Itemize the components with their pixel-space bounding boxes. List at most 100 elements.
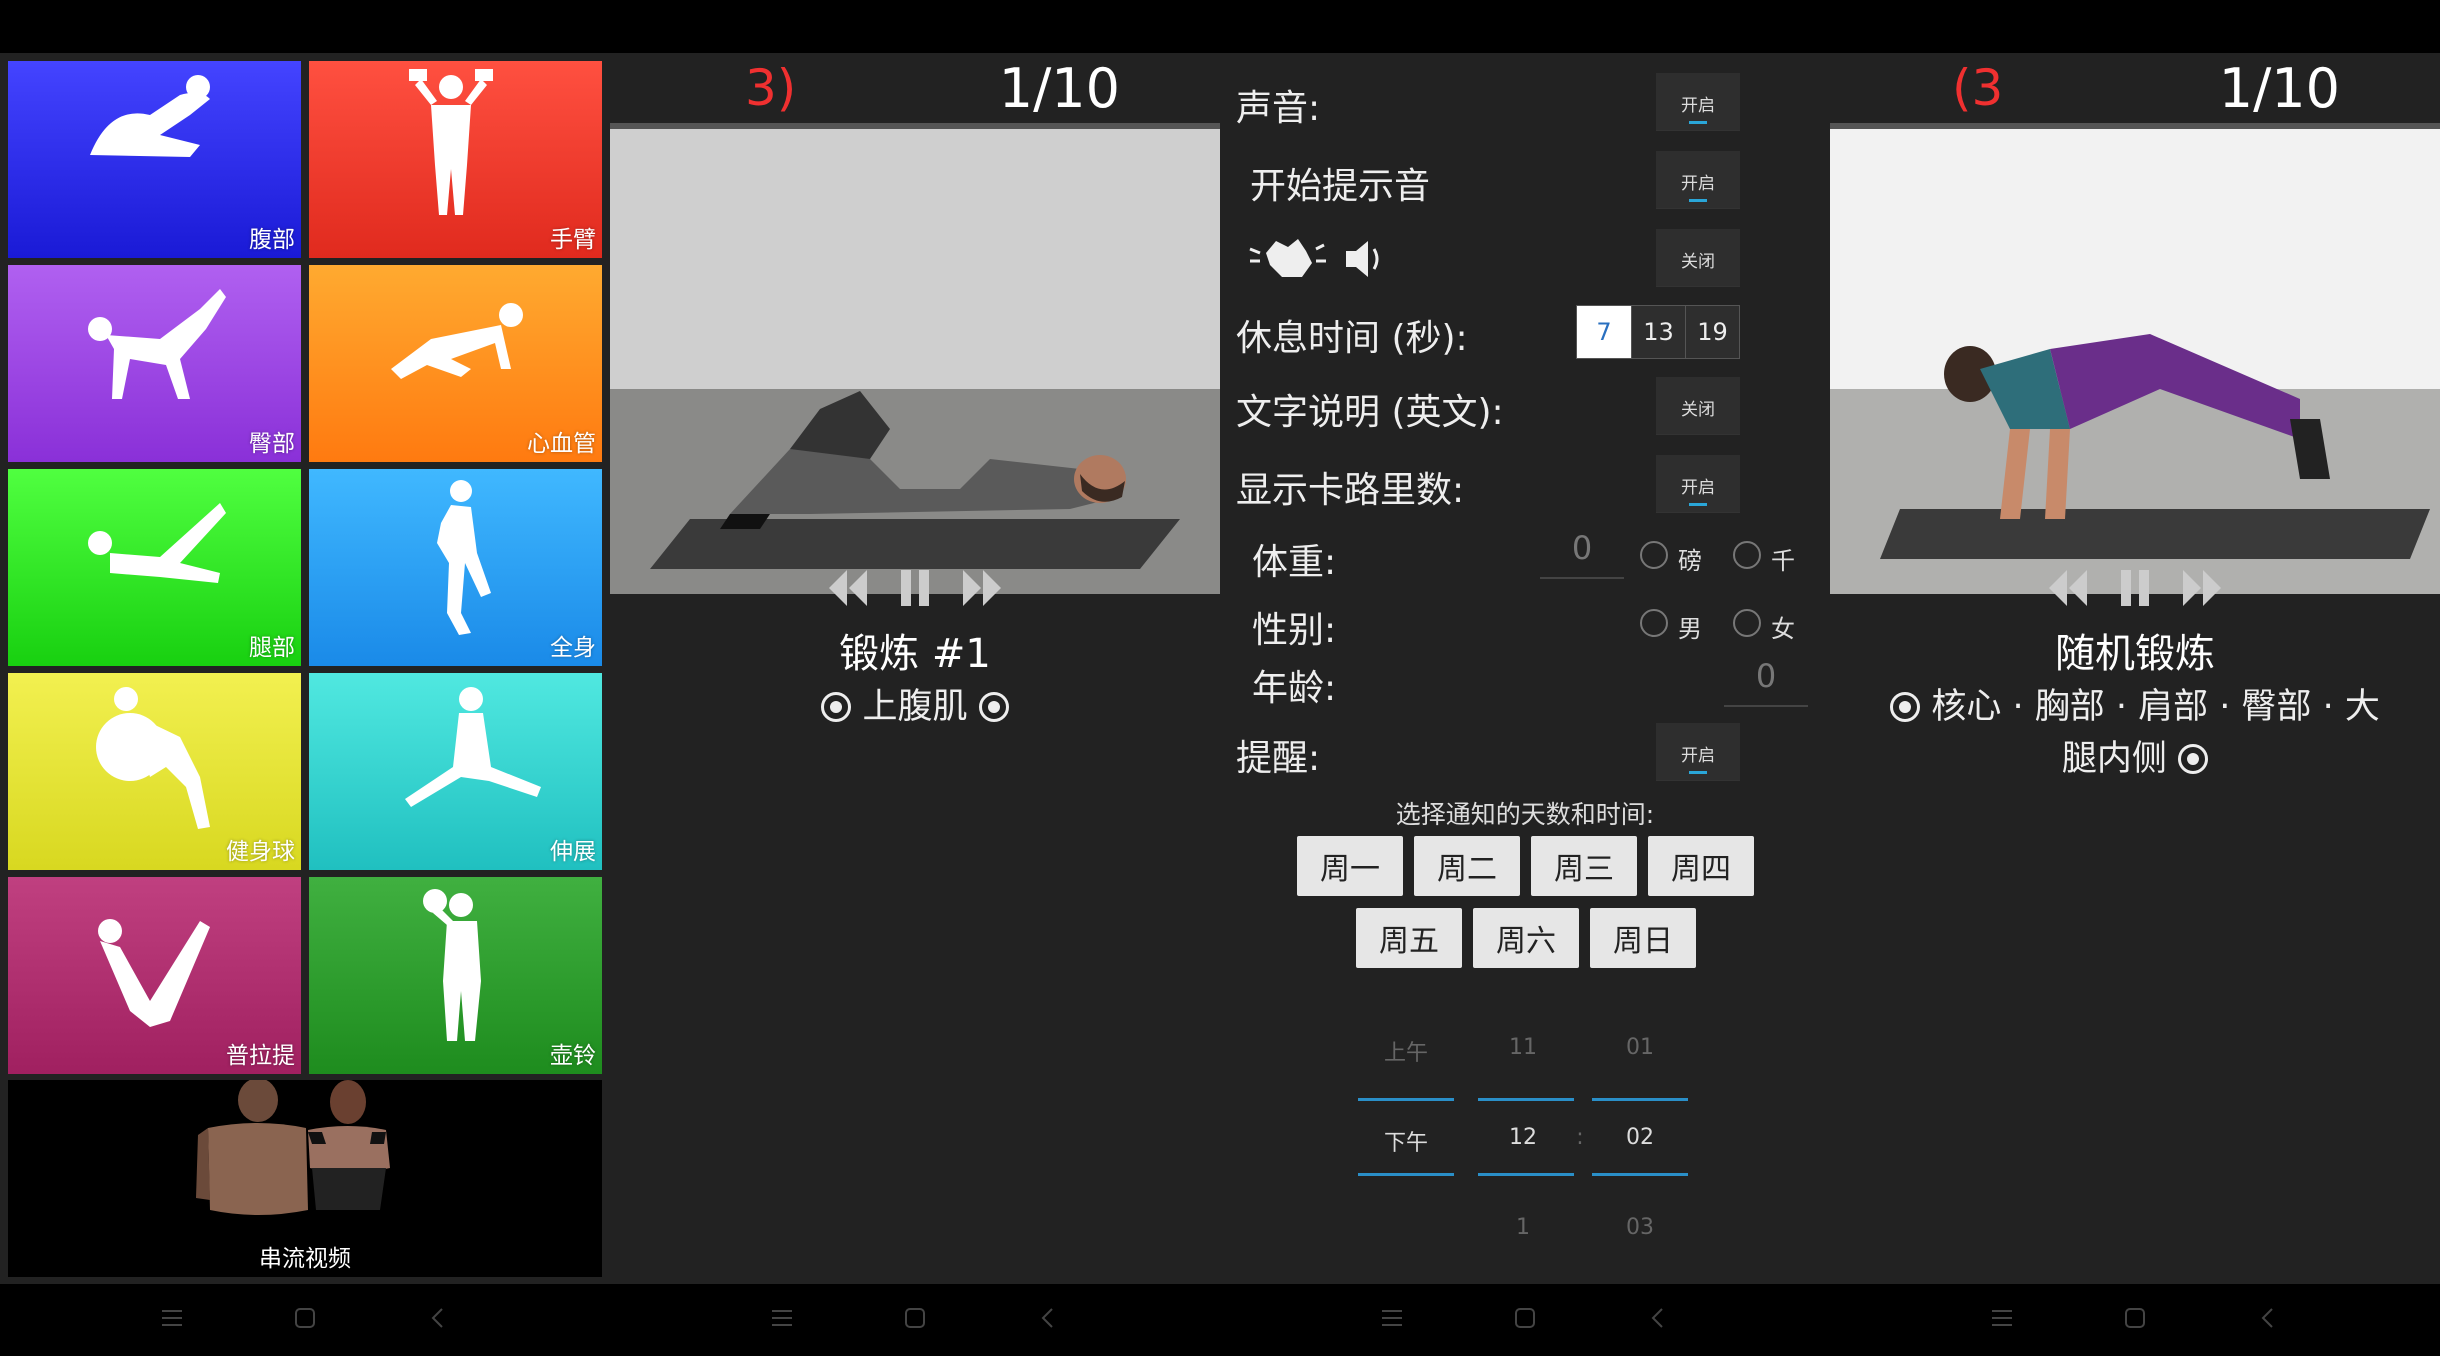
muscle-tag-text: 上腹肌 <box>862 687 968 727</box>
female-radio[interactable] <box>1733 609 1761 637</box>
home-icon[interactable] <box>293 1306 317 1330</box>
female-label: 女 <box>1771 615 1795 643</box>
exercise-video[interactable] <box>1830 129 2440 594</box>
start-tone-label: 开始提示音 <box>1250 166 1431 207</box>
target-icon <box>2178 744 2209 774</box>
toggle-indicator <box>1689 199 1707 202</box>
sound-toggle[interactable]: 开启 <box>1656 73 1740 131</box>
day-thursday-button[interactable]: 周四 <box>1648 836 1754 896</box>
category-label: 手臂 <box>550 227 596 253</box>
unit-kg-radio[interactable] <box>1733 541 1761 569</box>
category-label: 普拉提 <box>226 1043 295 1069</box>
workout-player-1: 3) 1/10 锻炼 #1 上腹肌 <box>610 53 1220 1284</box>
category-tile-6[interactable]: 健身球 <box>8 673 301 870</box>
streaming-video-tile[interactable]: 串流视频 <box>8 1078 602 1277</box>
male-label: 男 <box>1678 615 1702 643</box>
category-tile-1[interactable]: 手臂 <box>309 61 602 258</box>
rest-option-13[interactable]: 13 <box>1631 306 1685 358</box>
male-radio[interactable] <box>1640 609 1668 637</box>
category-tile-8[interactable]: 普拉提 <box>8 877 301 1074</box>
menu-icon[interactable] <box>770 1306 794 1330</box>
rest-option-7[interactable]: 7 <box>1577 306 1631 358</box>
category-tile-2[interactable]: 臀部 <box>8 265 301 462</box>
minute-next[interactable]: 03 <box>1592 1215 1688 1240</box>
menu-icon[interactable] <box>160 1306 184 1330</box>
exercise-title: 锻炼 #1 <box>839 631 991 677</box>
home-icon[interactable] <box>1513 1306 1537 1330</box>
target-icon <box>821 692 852 722</box>
back-icon[interactable] <box>1646 1306 1670 1330</box>
home-icon[interactable] <box>903 1306 927 1330</box>
calories-toggle[interactable]: 开启 <box>1656 455 1740 513</box>
clap-sound-icon <box>1249 239 1379 277</box>
reminder-toggle[interactable]: 开启 <box>1656 723 1740 781</box>
menu-icon[interactable] <box>1380 1306 1404 1330</box>
sound-label: 声音: <box>1236 88 1321 129</box>
day-wednesday-button[interactable]: 周三 <box>1531 836 1637 896</box>
notify-instruction: 选择通知的天数和时间: <box>1395 800 1655 829</box>
time-separator: : <box>1576 1125 1584 1150</box>
toggle-indicator <box>1689 771 1707 774</box>
picker-divider <box>1478 1173 1574 1176</box>
picker-divider <box>1358 1173 1454 1176</box>
day-friday-button[interactable]: 周五 <box>1356 908 1462 968</box>
category-tile-7[interactable]: 伸展 <box>309 673 602 870</box>
hour-current[interactable]: 12 <box>1478 1125 1568 1150</box>
calories-toggle-text: 开启 <box>1681 478 1715 498</box>
age-label: 年龄: <box>1252 668 1337 709</box>
hour-next[interactable]: 1 <box>1478 1215 1568 1240</box>
minute-current[interactable]: 02 <box>1592 1125 1688 1150</box>
fast-forward-icon[interactable] <box>2181 568 2223 608</box>
fast-forward-icon[interactable] <box>961 568 1003 608</box>
mountain-climber-figure-icon <box>390 302 523 379</box>
category-tile-4[interactable]: 腿部 <box>8 469 301 666</box>
exercise-video[interactable] <box>610 129 1220 594</box>
menu-icon[interactable] <box>1990 1306 2014 1330</box>
text-description-toggle[interactable]: 关闭 <box>1656 377 1740 435</box>
exercise-title: 随机锻炼 <box>2055 631 2215 677</box>
playback-controls <box>610 568 1220 608</box>
nav-bar <box>0 1284 610 1356</box>
age-input[interactable]: 0 <box>1724 657 1808 707</box>
crunch-figure-icon <box>89 74 210 157</box>
ampm-current[interactable]: 下午 <box>1358 1125 1454 1157</box>
fitness-ball-figure-icon <box>95 686 210 829</box>
player-header: (3 1/10 <box>1830 53 2440 125</box>
category-label: 腿部 <box>249 635 295 661</box>
start-tone-toggle[interactable]: 开启 <box>1656 151 1740 209</box>
weight-input[interactable]: 0 <box>1540 529 1624 579</box>
clap-toggle-text: 关闭 <box>1681 252 1715 272</box>
muscle-tag-text-line1: 核心 · 胸部 · 肩部 · 臀部 · 大 <box>1931 687 2380 727</box>
weight-label: 体重: <box>1252 542 1337 583</box>
workout-player-2: (3 1/10 随机锻炼 核心 · 胸部 · 肩部 · 臀部 · 大 腿内侧 <box>1830 53 2440 1284</box>
pause-icon[interactable] <box>897 568 933 608</box>
day-saturday-button[interactable]: 周六 <box>1473 908 1579 968</box>
category-tile-3[interactable]: 心血管 <box>309 265 602 462</box>
nav-bar <box>1830 1284 2440 1356</box>
pause-icon[interactable] <box>2117 568 2153 608</box>
minute-prev[interactable]: 01 <box>1592 1035 1688 1060</box>
category-tile-9[interactable]: 壶铃 <box>309 877 602 1074</box>
rest-option-19[interactable]: 19 <box>1685 306 1739 358</box>
unit-kg-label: 千 <box>1771 547 1795 575</box>
ampm-prev[interactable]: 上午 <box>1358 1035 1454 1067</box>
category-tile-0[interactable]: 腹部 <box>8 61 301 258</box>
clap-sound-toggle[interactable]: 关闭 <box>1656 229 1740 287</box>
day-sunday-button[interactable]: 周日 <box>1590 908 1696 968</box>
muscle-tag-text-line2: 腿内侧 <box>2061 739 2167 779</box>
hour-prev[interactable]: 11 <box>1478 1035 1568 1060</box>
dumbbell-curl-figure-icon <box>408 68 493 215</box>
category-tile-5[interactable]: 全身 <box>309 469 602 666</box>
back-icon[interactable] <box>2256 1306 2280 1330</box>
day-tuesday-button[interactable]: 周二 <box>1414 836 1520 896</box>
exercise-progress: 1/10 <box>2218 57 2340 120</box>
exercise-progress: 1/10 <box>998 57 1120 120</box>
back-icon[interactable] <box>426 1306 450 1330</box>
picker-divider <box>1358 1098 1454 1101</box>
rewind-icon[interactable] <box>2047 568 2089 608</box>
unit-lb-radio[interactable] <box>1640 541 1668 569</box>
day-monday-button[interactable]: 周一 <box>1297 836 1403 896</box>
home-icon[interactable] <box>2123 1306 2147 1330</box>
back-icon[interactable] <box>1036 1306 1060 1330</box>
rewind-icon[interactable] <box>827 568 869 608</box>
